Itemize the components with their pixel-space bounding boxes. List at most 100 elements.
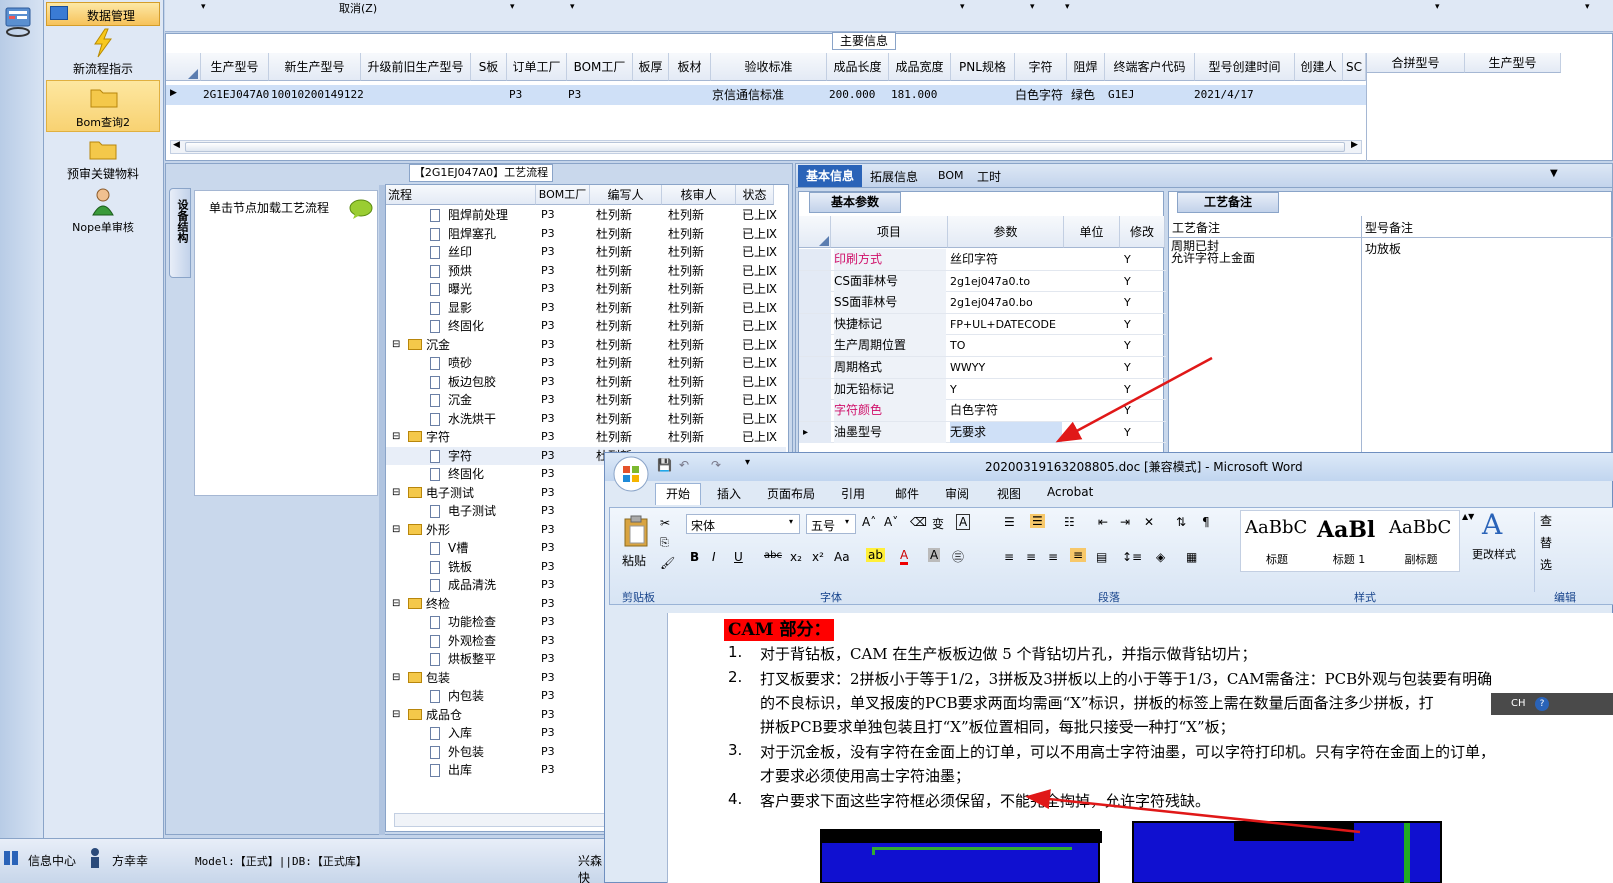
paste-label[interactable]: 粘贴 (622, 552, 646, 569)
table-row[interactable]: 生产周期位置 TO Y (799, 335, 1166, 357)
tab-bom[interactable]: BOM (938, 169, 964, 182)
tree-row[interactable]: 喷砂 P3 杜列新 杜列新 已上Ⅸ (386, 354, 786, 373)
italic-icon[interactable]: I (712, 550, 716, 564)
column-header[interactable]: 生产型号 (1465, 53, 1561, 73)
undo-icon[interactable]: ↶ (679, 458, 689, 472)
style-swatch[interactable]: AaBl 标题 1 (1315, 513, 1383, 569)
shading-icon[interactable]: ◈ (1156, 550, 1165, 564)
style-swatch[interactable]: AaBbC 副标题 (1387, 513, 1455, 569)
paste-icon[interactable] (622, 514, 652, 548)
nav-item-prereview[interactable]: 预审关键物料 (46, 133, 160, 185)
sort-icon[interactable]: ⇅ (1176, 515, 1186, 529)
find-button[interactable]: 查 (1540, 512, 1552, 529)
nav-item-nope-review[interactable]: Nope单审核 (46, 186, 160, 238)
strikethrough-icon[interactable]: abc (764, 550, 782, 561)
dropdown-arrow-icon[interactable]: ▾ (510, 2, 515, 12)
tree-row[interactable]: ⊟ 沉金 P3 杜列新 杜列新 已上Ⅸ (386, 336, 786, 355)
dropdown-arrow-icon[interactable]: ▾ (1435, 2, 1440, 12)
column-header[interactable]: 生产型号 (201, 53, 269, 81)
column-header[interactable]: 订单工厂 (507, 53, 567, 81)
quick-access-dropdown-icon[interactable]: ▾ (745, 457, 750, 468)
tree-row[interactable]: 预烘 P3 杜列新 杜列新 已上Ⅸ (386, 262, 786, 281)
cut-icon[interactable]: ✂ (660, 516, 670, 530)
column-header[interactable]: S板 (471, 53, 507, 81)
table-row[interactable]: ▸ 油墨型号 无要求 Y (799, 421, 1166, 444)
column-header[interactable]: 项目 (831, 216, 948, 248)
dropdown-arrow-icon[interactable]: ▾ (570, 2, 575, 12)
cancel-button[interactable]: 取消(Z) (339, 0, 377, 16)
table-row[interactable]: ▶ 2G1EJ047A0 10010200149122 P3 P3 京信通信标准… (166, 85, 1366, 105)
replace-button[interactable]: 替 (1540, 534, 1552, 551)
table-row[interactable]: 周期格式 WWYY Y (799, 357, 1166, 379)
app-icon[interactable] (4, 6, 34, 38)
column-header[interactable]: 合拼型号 (1367, 53, 1465, 73)
enclose-char-icon[interactable]: ㊂ (952, 548, 964, 565)
save-icon[interactable]: 💾 (657, 458, 672, 472)
column-header[interactable]: 成品宽度 (889, 53, 951, 81)
column-header[interactable]: 状态 (736, 185, 774, 205)
cell-value[interactable]: TO (950, 335, 1062, 356)
tree-row[interactable]: 阻焊塞孔 P3 杜列新 杜列新 已上Ⅸ (386, 225, 786, 244)
align-left-icon[interactable]: ≡ (1004, 550, 1014, 564)
row-selector[interactable] (799, 357, 831, 378)
decrease-indent-icon[interactable]: ⇤ (1098, 515, 1108, 529)
column-header[interactable]: BOM工厂 (536, 185, 590, 205)
tree-row[interactable]: ⊟ 字符 P3 杜列新 杜列新 已上Ⅸ (386, 428, 786, 447)
row-selector[interactable]: ▸ (799, 421, 831, 443)
collapse-icon[interactable]: ⊟ (392, 595, 400, 613)
distributed-icon[interactable]: ▤ (1096, 550, 1107, 564)
document-page[interactable]: CAM 部分： 1. 对于背钻板，CAM 在生产板板边做 5 个背钻切片孔，并指示… (667, 613, 1613, 883)
dropdown-arrow-icon[interactable]: ▾ (960, 2, 965, 12)
line-spacing-icon[interactable]: ↕≡ (1122, 550, 1142, 564)
tree-row[interactable]: 曝光 P3 杜列新 杜列新 已上Ⅸ (386, 280, 786, 299)
font-size-select[interactable]: 五号 ▾ (806, 514, 856, 534)
cell-value[interactable]: WWYY (950, 357, 1062, 378)
table-row[interactable]: CS面菲林号 2g1ej047a0.to Y (799, 270, 1166, 293)
table-row[interactable]: SS面菲林号 2g1ej047a0.bo Y (799, 292, 1166, 314)
chinese-layout-icon[interactable]: ✕ (1144, 515, 1154, 529)
shrink-font-icon[interactable]: A˅ (884, 515, 898, 529)
row-selector[interactable] (799, 335, 831, 357)
cell-value[interactable]: 无要求 (950, 421, 1062, 443)
dropdown-arrow-icon[interactable]: ▾ (201, 2, 206, 12)
subscript-icon[interactable]: x₂ (790, 550, 802, 564)
select-button[interactable]: 选 (1540, 556, 1552, 573)
column-header[interactable]: PNL规格 (951, 53, 1015, 81)
multilevel-list-icon[interactable]: ☷ (1064, 515, 1075, 529)
subtab-basic-params[interactable]: 基本参数 (809, 192, 901, 213)
nav-header[interactable]: 数据管理 (46, 2, 160, 26)
dropdown-arrow-icon[interactable]: ▾ (1585, 2, 1590, 12)
cell-value[interactable]: 丝印字符 (950, 249, 1062, 270)
column-header[interactable]: 板材 (669, 53, 711, 81)
collapse-icon[interactable]: ⊟ (392, 669, 400, 687)
column-header[interactable]: 单位 (1064, 216, 1120, 248)
gallery-scroll-icon[interactable]: ▲▼ (1462, 512, 1474, 521)
collapse-icon[interactable]: ⊟ (392, 336, 400, 354)
ribbon-tab[interactable]: 审阅 (945, 485, 969, 502)
collapse-icon[interactable]: ⊟ (392, 484, 400, 502)
table-row[interactable]: 字符颜色 白色字符 Y (799, 400, 1166, 422)
format-painter-icon[interactable]: 🖌 (660, 556, 675, 570)
char-border-icon[interactable]: A (956, 514, 971, 530)
borders-icon[interactable]: ▦ (1186, 550, 1197, 564)
help-icon[interactable]: ? (1535, 697, 1549, 711)
horizontal-scrollbar[interactable]: ◀ ▶ (170, 140, 1362, 154)
craft-note-text[interactable]: 周期已封 允许字符上金面 (1171, 240, 1351, 290)
tab-work-hours[interactable]: 工时 (977, 168, 1001, 185)
column-header[interactable]: 字符 (1015, 53, 1067, 81)
cell-value[interactable]: 白色字符 (950, 400, 1062, 421)
scrollbar-thumb[interactable] (185, 142, 1345, 152)
increase-indent-icon[interactable]: ⇥ (1120, 515, 1130, 529)
column-header[interactable]: 阻焊 (1067, 53, 1105, 81)
highlight-icon[interactable]: ab (866, 548, 885, 562)
ime-bar[interactable]: CH ? (1491, 693, 1613, 715)
column-header[interactable]: 流程 (386, 185, 536, 205)
change-case-icon[interactable]: Aa (834, 550, 850, 564)
collapse-icon[interactable]: ⊟ (392, 521, 400, 539)
underline-icon[interactable]: U (734, 550, 743, 564)
tree-row[interactable]: 显影 P3 杜列新 杜列新 已上Ⅸ (386, 299, 786, 318)
column-header[interactable]: 升级前旧生产型号 (361, 53, 471, 81)
side-tab-device[interactable]: 设备结构 (169, 188, 191, 278)
ribbon-tab[interactable]: Acrobat (1047, 485, 1093, 499)
change-styles-label[interactable]: 更改样式 (1472, 546, 1516, 562)
